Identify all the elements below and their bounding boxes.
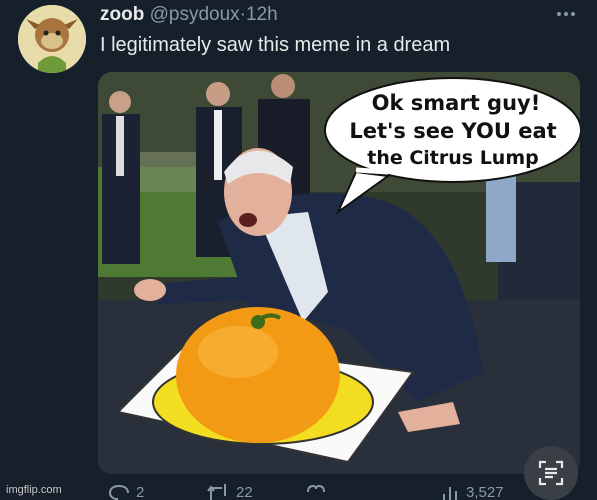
tweet-actions: 2 22 3,527 — [100, 482, 580, 500]
views-button[interactable]: 3,527 — [440, 482, 504, 500]
like-icon — [307, 484, 325, 493]
bubble-line-3: the Citrus Lump — [367, 147, 539, 169]
reply-icon — [108, 485, 129, 500]
retweet-icon — [207, 484, 226, 500]
citrus-lump — [176, 307, 340, 443]
scan-text-button[interactable] — [524, 446, 578, 500]
display-name[interactable]: zoob — [100, 4, 144, 25]
timestamp[interactable]: 12h — [246, 4, 278, 25]
watermark: imgflip.com — [6, 484, 62, 496]
tweet-image[interactable]: Ok smart guy! Let's see YOU eat the Citr… — [98, 72, 580, 474]
tweet-text: I legitimately saw this meme in a dream — [100, 34, 451, 56]
avatar[interactable] — [18, 5, 86, 73]
more-icon[interactable] — [546, 0, 586, 30]
bubble-line-2: Let's see YOU eat — [349, 119, 556, 143]
avatar-illustration — [18, 5, 86, 73]
background-person — [102, 91, 140, 264]
retweet-count: 22 — [236, 484, 253, 500]
reply-button[interactable]: 2 — [108, 482, 144, 500]
tweet-header: zoob @psydoux·12h — [100, 4, 278, 26]
retweet-button[interactable]: 22 — [206, 482, 253, 500]
like-button[interactable] — [305, 482, 327, 500]
view-count: 3,527 — [466, 484, 504, 500]
user-handle[interactable]: @psydoux — [150, 4, 240, 25]
bubble-line-1: Ok smart guy! — [372, 91, 541, 115]
reply-count: 2 — [136, 484, 145, 500]
scan-text-icon — [538, 460, 564, 486]
views-icon — [443, 487, 457, 500]
